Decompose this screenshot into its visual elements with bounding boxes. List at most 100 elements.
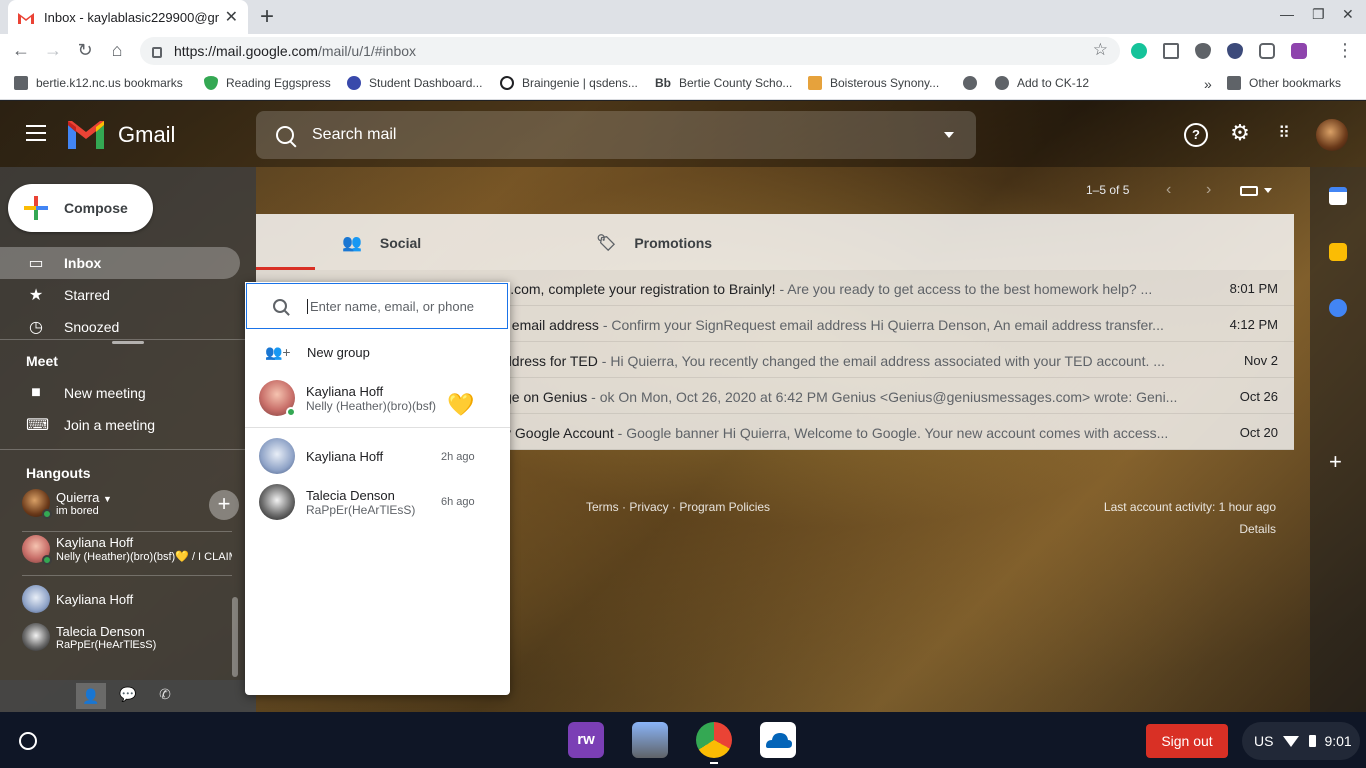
bookmark-bertie-county[interactable]: Bb Bertie County Scho... <box>655 76 792 90</box>
settings-gear-icon[interactable]: ⚙ <box>1228 120 1252 145</box>
nav-starred[interactable]: ★ Starred <box>0 279 240 311</box>
people-search-box[interactable] <box>246 283 508 329</box>
compose-plus-icon <box>24 196 48 220</box>
close-window-icon[interactable]: ✕ <box>1342 6 1354 23</box>
launcher-icon[interactable] <box>19 732 37 750</box>
gmail-logo-icon[interactable] <box>68 121 104 149</box>
os-shelf: rw Sign out US 9:01 <box>0 712 1366 768</box>
hangouts-scrollbar[interactable] <box>232 597 238 677</box>
search-icon[interactable] <box>276 126 294 144</box>
shield-extension-2-icon[interactable] <box>1227 43 1243 59</box>
search-options-icon[interactable] <box>944 132 954 138</box>
tab-promotions[interactable]: 🏷 Promotions <box>596 233 712 253</box>
join-meeting-button[interactable]: ⌨ Join a meeting <box>0 409 240 441</box>
person-name: Kayliana Hoff <box>306 448 384 464</box>
bookmark-globe[interactable] <box>963 76 985 90</box>
phone-icon[interactable]: ✆ <box>154 686 176 703</box>
status-tray[interactable]: US 9:01 <box>1242 722 1360 760</box>
other-bookmarks-folder[interactable]: Other bookmarks <box>1227 76 1341 90</box>
bookmark-reading-eggspress[interactable]: Reading Eggspress <box>204 76 331 90</box>
online-status-icon <box>286 407 296 417</box>
footer-links[interactable]: Terms · Privacy · Program Policies <box>586 500 770 514</box>
account-avatar[interactable] <box>1316 119 1348 151</box>
readwrite-extension-icon[interactable] <box>1291 43 1307 59</box>
home-icon[interactable]: ⌂ <box>106 40 128 61</box>
contact-status: RaPpEr(HeArTlEsS) <box>56 638 157 651</box>
chat-bubble-icon[interactable]: 💬 <box>117 686 139 703</box>
calendar-icon[interactable] <box>1329 187 1347 205</box>
readwrite-app-icon[interactable]: rw <box>568 722 604 758</box>
bookmark-ck12[interactable]: Add to CK-12 <box>995 76 1089 90</box>
browser-tab-gmail[interactable]: Inbox - kaylablasic229900@gmail.com ✕ <box>8 0 248 34</box>
screenshot-app-icon[interactable] <box>632 722 668 758</box>
new-group-button[interactable]: 👥+ New group <box>265 344 370 361</box>
new-conversation-button[interactable]: + <box>209 490 239 520</box>
input-tools-chevron-icon[interactable] <box>1264 188 1272 193</box>
compose-button[interactable]: Compose <box>8 184 153 232</box>
contacts-person-icon[interactable]: 👤 <box>76 683 106 709</box>
hangouts-contact[interactable]: Talecia Denson RaPpEr(HeArTlEsS) <box>22 623 232 651</box>
sign-out-button[interactable]: Sign out <box>1146 724 1228 758</box>
popup-person-row[interactable]: Kayliana Hoff Nelly (Heather)(bro)(bsf) <box>259 380 437 417</box>
reload-icon[interactable]: ↻ <box>74 40 96 61</box>
bookmark-student-dashboard[interactable]: Student Dashboard... <box>347 76 482 90</box>
main-menu-icon[interactable] <box>26 125 46 146</box>
new-meeting-button[interactable]: ■ New meeting <box>0 377 240 409</box>
details-link[interactable]: Details <box>1104 522 1276 536</box>
email-snippet: - ok On Mon, Oct 26, 2020 at 6:42 PM Gen… <box>587 389 1178 405</box>
avatar <box>22 585 50 613</box>
shield-extension-icon[interactable] <box>1195 43 1211 59</box>
email-subject: ddress for TED <box>504 353 598 369</box>
address-bar[interactable]: https://mail.google.com/mail/u/1/#inbox … <box>140 37 1120 65</box>
more-bookmarks-button[interactable]: » <box>1204 76 1212 92</box>
email-snippet: - Google banner Hi Quierra, Welcome to G… <box>613 425 1169 441</box>
resize-handle[interactable] <box>112 341 144 344</box>
hangouts-contact[interactable]: Kayliana Hoff Nelly (Heather)(bro)(bsf)💛… <box>22 535 232 565</box>
screenshot-extension-icon[interactable] <box>1259 43 1275 59</box>
next-page-icon[interactable]: › <box>1206 181 1211 199</box>
help-icon[interactable]: ? <box>1184 123 1208 147</box>
person-status: Nelly (Heather)(bro)(bsf) <box>306 398 437 413</box>
chrome-app-icon[interactable] <box>696 722 732 758</box>
get-addons-plus-icon[interactable]: + <box>1329 449 1342 475</box>
email-time: 4:12 PM <box>1229 317 1278 332</box>
active-app-indicator <box>710 762 718 764</box>
hangouts-heading: Hangouts <box>26 465 91 481</box>
chevron-down-icon[interactable]: ▼ <box>103 494 112 504</box>
bookmarks-bar: bertie.k12.nc.us bookmarks Reading Eggsp… <box>0 68 1366 100</box>
hangouts-contact[interactable]: Kayliana Hoff <box>22 585 133 613</box>
popup-person-row[interactable]: Talecia Denson RaPpEr(HeArTlEsS) <box>259 484 415 520</box>
tab-social[interactable]: 👥 Social <box>342 233 421 253</box>
people-search-input[interactable] <box>307 298 497 314</box>
chrome-menu-icon[interactable]: ⋮ <box>1334 40 1356 61</box>
popup-person-row[interactable]: Kayliana Hoff <box>259 438 383 474</box>
email-time: Oct 26 <box>1239 389 1278 404</box>
bookmark-boisterous[interactable]: Boisterous Synony... <box>808 76 939 90</box>
tab-close-icon[interactable]: ✕ <box>225 7 238 27</box>
hangouts-bottom-bar: 👤 💬 ✆ <box>0 680 256 712</box>
grammarly-extension-icon[interactable] <box>1131 43 1147 59</box>
avatar <box>259 438 295 474</box>
bookmark-star-icon[interactable]: ☆ <box>1093 40 1108 60</box>
hangouts-self-status: im bored <box>56 504 99 517</box>
hangouts-self[interactable]: Quierra ▼ im bored <box>22 489 232 519</box>
maximize-icon[interactable]: ❐ <box>1312 6 1325 23</box>
tasks-icon[interactable] <box>1329 299 1347 317</box>
new-tab-button[interactable]: + <box>260 3 274 31</box>
search-input[interactable]: Search mail <box>312 126 396 144</box>
bookmark-folder-bertie[interactable]: bertie.k12.nc.us bookmarks <box>14 76 183 90</box>
onedrive-app-icon[interactable] <box>760 722 796 758</box>
keep-icon[interactable] <box>1329 243 1347 261</box>
forward-icon[interactable]: → <box>42 40 64 61</box>
prev-page-icon[interactable]: ‹ <box>1166 181 1171 199</box>
input-tools-keyboard-icon[interactable] <box>1240 186 1258 196</box>
contact-name: Talecia Denson <box>56 623 145 639</box>
sheets-extension-icon[interactable] <box>1163 43 1179 59</box>
bookmark-braingenie[interactable]: Braingenie | qsdens... <box>500 76 638 90</box>
category-tabs: 👥 Social 🏷 Promotions <box>256 214 1294 270</box>
nav-inbox[interactable]: ▭ Inbox <box>0 247 240 279</box>
back-icon[interactable]: ← <box>10 40 32 61</box>
minimize-icon[interactable]: — <box>1280 6 1294 22</box>
search-bar[interactable]: Search mail <box>256 111 976 159</box>
apps-grid-icon[interactable]: ⠿ <box>1272 123 1296 147</box>
